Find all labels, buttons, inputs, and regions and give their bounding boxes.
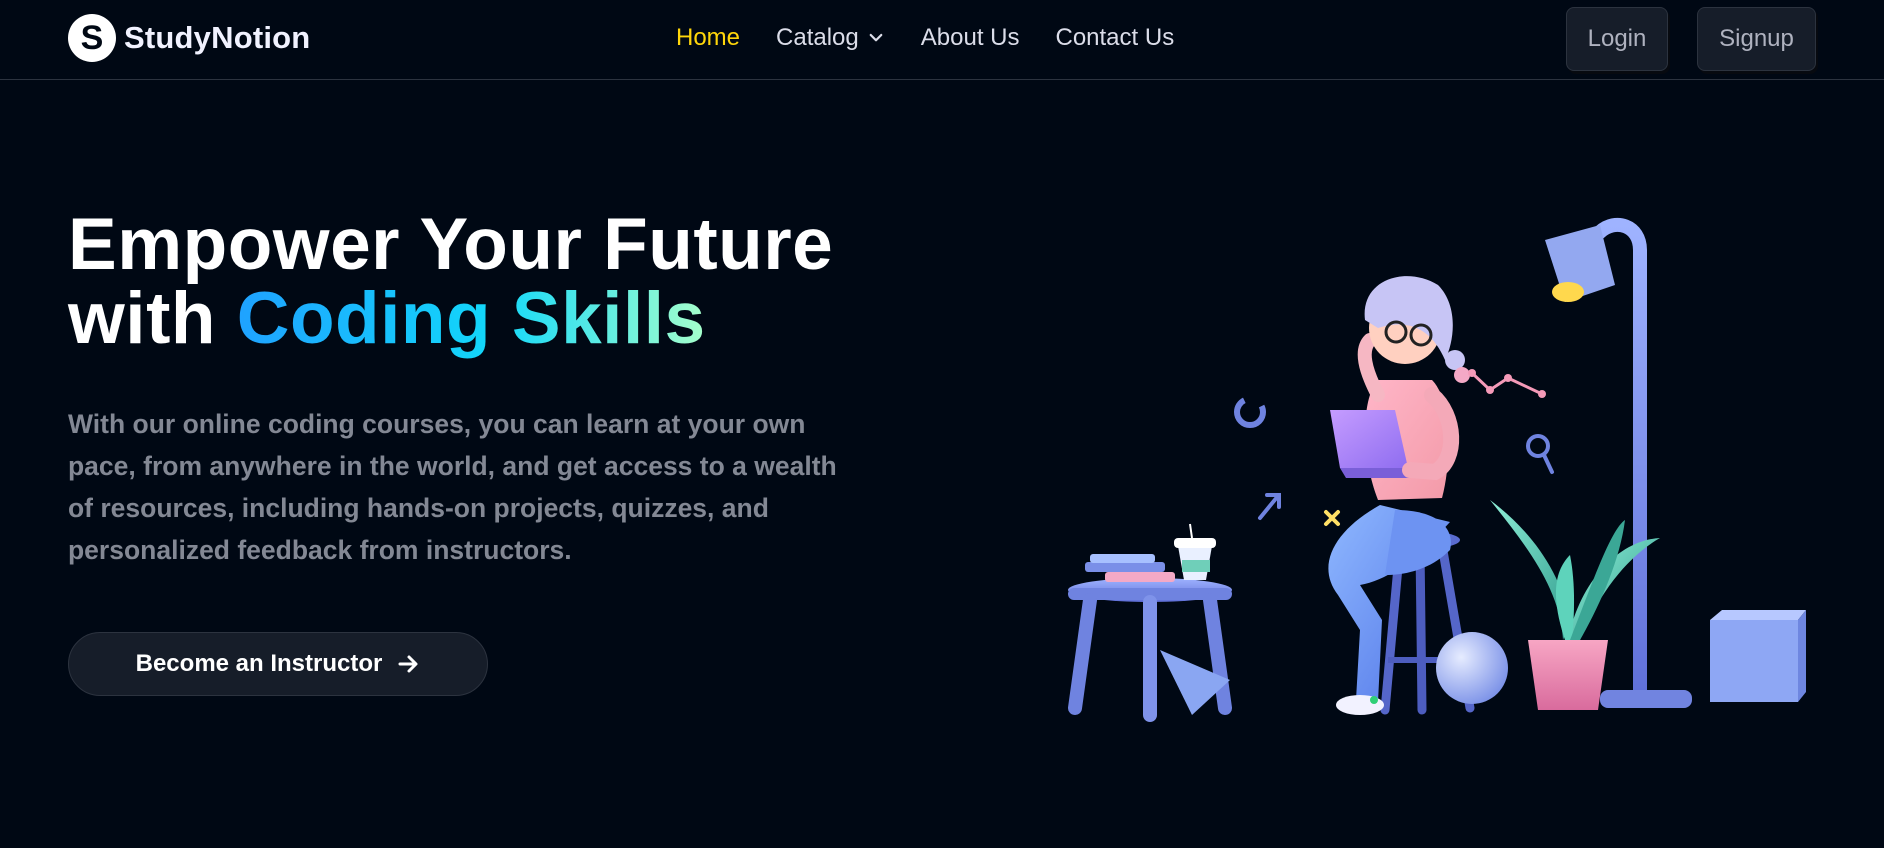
nav-home[interactable]: Home [676,24,740,52]
headline-highlight: Coding Skills [236,278,706,359]
arrow-decoration [1258,493,1281,520]
nav-catalog[interactable]: Catalog [776,24,885,52]
nav-contact-us[interactable]: Contact Us [1055,24,1174,52]
ring-decoration [1234,396,1266,428]
signup-button[interactable]: Signup [1697,7,1816,71]
become-instructor-button[interactable]: Become an Instructor [68,632,488,696]
hero-illustration [1068,217,1806,722]
main-nav: Home Catalog About Us Contact Us [676,20,1174,56]
navbar: S StudyNotion Home Catalog About Us Cont… [0,0,1884,80]
cube-shape [1710,610,1806,702]
magnifier-decoration [1526,434,1550,458]
line-graph-decoration [1468,369,1546,398]
brand-logo[interactable]: S StudyNotion [68,14,310,62]
chevron-down-icon [869,33,883,42]
headline-line2-prefix: with [68,278,237,359]
hero-headline: Empower Your Future with Coding Skills [68,208,833,356]
nav-about-us[interactable]: About Us [921,24,1020,52]
become-instructor-label: Become an Instructor [135,650,383,677]
arrow-right-icon [398,655,418,673]
hero-description: With our online coding courses, you can … [68,409,837,565]
brand-name: StudyNotion [124,20,311,55]
x-decoration [1324,510,1340,526]
headline-line1: Empower Your Future [68,204,834,285]
login-button[interactable]: Login [1566,7,1668,71]
logo-icon: S [68,14,116,62]
sphere-shape [1436,632,1508,704]
nav-catalog-label: Catalog [776,24,859,51]
